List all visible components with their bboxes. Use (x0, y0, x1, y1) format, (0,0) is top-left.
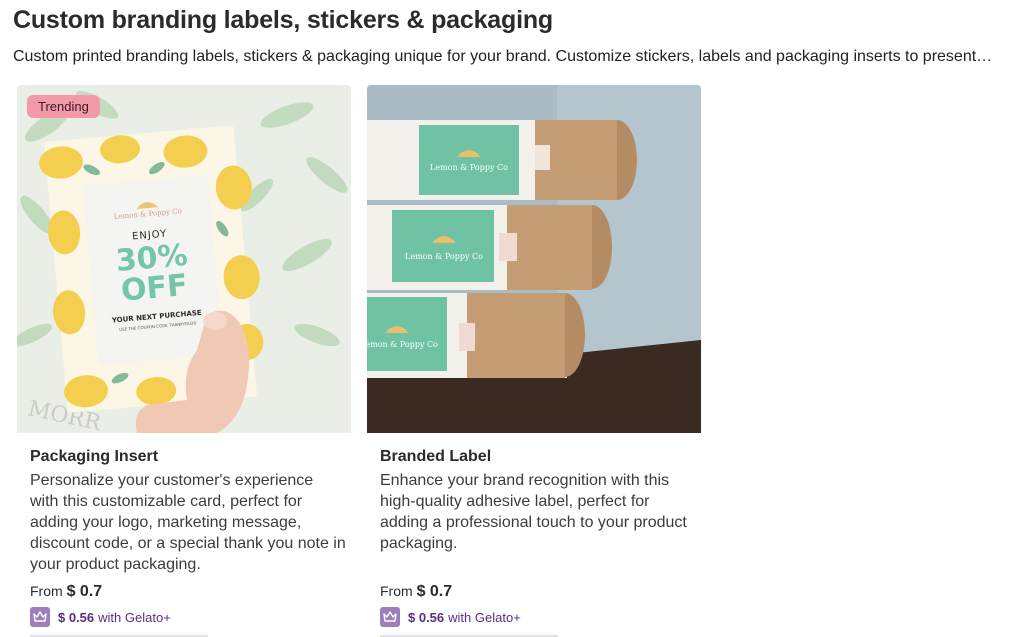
label-brand-text: Lemon & Poppy Co (405, 252, 483, 261)
gelato-plus-price: $ 0.56 with Gelato+ (30, 607, 171, 627)
price-prefix: From (380, 583, 413, 599)
crown-icon (30, 607, 50, 627)
gelato-plus-amount: $ 0.56 (408, 609, 445, 625)
trending-badge: Trending (27, 95, 100, 118)
product-card-branded-label[interactable]: Lemon & Poppy Co Lemon & Poppy Co Lemon … (367, 85, 701, 637)
product-card-packaging-insert[interactable]: MORR Lemon & Poppy Co ENJOY 30% OFF YOUR… (17, 85, 351, 637)
gelato-plus-amount: $ 0.56 (58, 609, 95, 625)
page-description: Custom printed branding labels, stickers… (13, 48, 993, 65)
product-title[interactable]: Branded Label (380, 448, 491, 466)
product-price: From $ 0.7 (380, 583, 452, 601)
product-title[interactable]: Packaging Insert (30, 448, 158, 466)
label-brand-text: Lemon & Poppy Co (430, 163, 508, 172)
gelato-plus-label: with Gelato+ (448, 609, 521, 625)
gelato-plus-price: $ 0.56 with Gelato+ (380, 607, 521, 627)
insert-off-text: OFF (120, 268, 189, 309)
price-amount: $ 0.7 (416, 583, 453, 600)
product-description: Enhance your brand recognition with this… (380, 472, 687, 552)
gelato-plus-label: with Gelato+ (98, 609, 171, 625)
product-image-branded-label[interactable]: Lemon & Poppy Co Lemon & Poppy Co Lemon … (367, 85, 701, 433)
product-image-packaging-insert[interactable]: MORR Lemon & Poppy Co ENJOY 30% OFF YOUR… (17, 85, 351, 433)
page-title: Custom branding labels, stickers & packa… (13, 6, 553, 34)
price-amount: $ 0.7 (66, 583, 103, 600)
label-brand-text: Lemon & Poppy Co (367, 340, 438, 349)
product-price: From $ 0.7 (30, 583, 102, 601)
crown-icon (380, 607, 400, 627)
product-description: Personalize your customer's experience w… (30, 472, 346, 573)
price-prefix: From (30, 583, 63, 599)
